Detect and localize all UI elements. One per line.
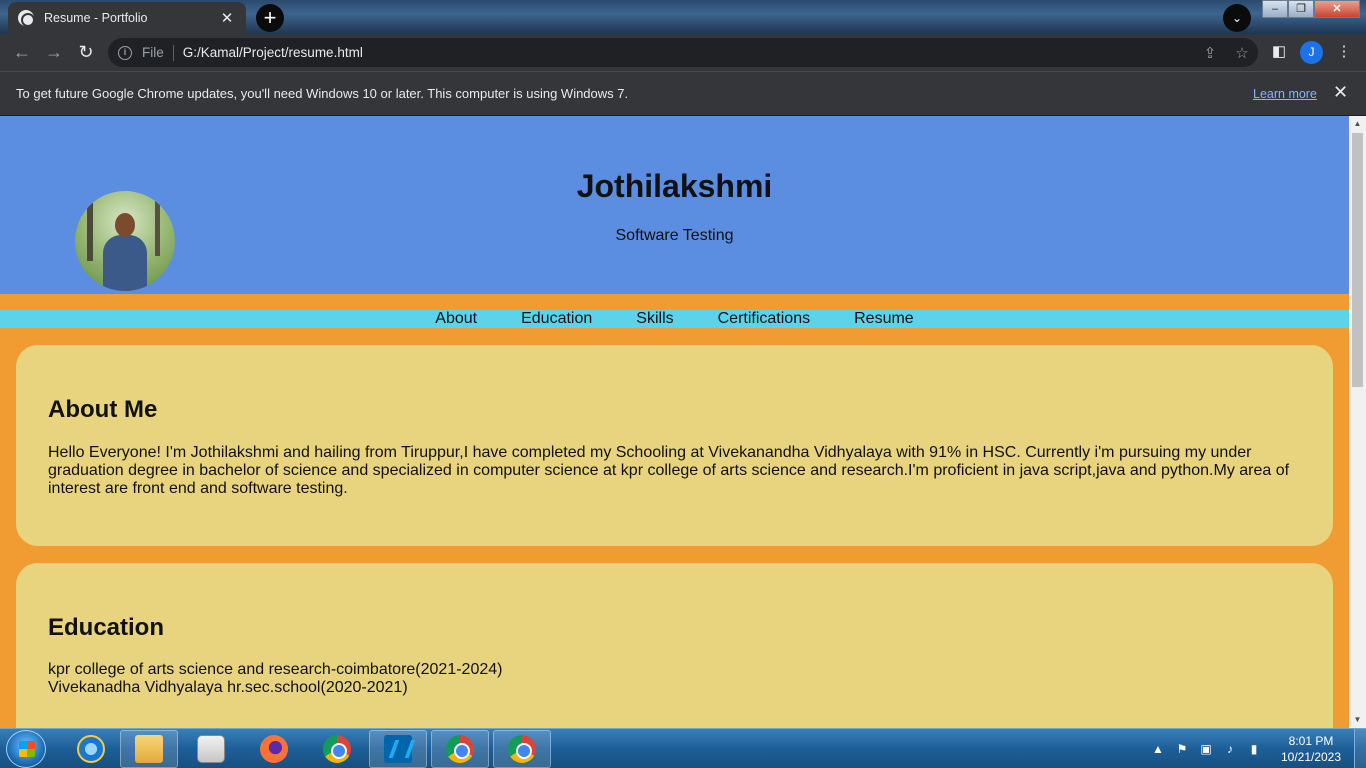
clock-date: 10/21/2023 — [1280, 750, 1342, 764]
windows-logo-icon — [19, 741, 35, 757]
update-infobar: To get future Google Chrome updates, you… — [0, 71, 1366, 115]
taskbar-media-player[interactable] — [182, 730, 240, 768]
back-arrow-icon[interactable]: ← — [10, 40, 34, 64]
person-role: Software Testing — [615, 227, 734, 244]
usb-device-icon[interactable]: ▣ — [1194, 742, 1218, 756]
hero-header: Jothilakshmi Software Testing — [0, 116, 1349, 294]
minimize-button[interactable]: – — [1262, 0, 1288, 18]
reload-icon[interactable]: ↻ — [74, 40, 98, 64]
show-desktop-button[interactable] — [1354, 729, 1366, 768]
forward-arrow-icon[interactable]: → — [42, 40, 66, 64]
vscode-icon — [384, 735, 412, 763]
scroll-up-arrow-icon[interactable]: ▲ — [1349, 116, 1366, 132]
action-center-flag-icon[interactable]: ⚑ — [1170, 742, 1194, 756]
share-icon[interactable]: ⇪ — [1194, 44, 1226, 62]
nav-link-skills[interactable]: Skills — [636, 310, 673, 328]
show-hidden-icons-icon[interactable]: ▲ — [1146, 742, 1170, 756]
firefox-icon — [260, 735, 288, 763]
taskbar-file-explorer[interactable] — [120, 730, 178, 768]
tab-close-icon[interactable]: ✕ — [218, 9, 236, 27]
chrome-icon — [323, 735, 351, 763]
volume-icon[interactable]: ♪ — [1218, 742, 1242, 756]
clock-time: 8:01 PM — [1288, 734, 1334, 748]
nav-link-education[interactable]: Education — [521, 310, 592, 328]
infobar-message: To get future Google Chrome updates, you… — [16, 86, 629, 101]
chrome-profile-icon — [508, 735, 536, 763]
taskbar-chrome-2[interactable] — [431, 730, 489, 768]
scroll-down-arrow-icon[interactable]: ▼ — [1349, 712, 1366, 728]
taskbar-internet-explorer[interactable] — [62, 730, 120, 768]
person-name: Jothilakshmi — [576, 168, 773, 204]
info-icon[interactable]: i — [118, 45, 132, 60]
taskbar-chrome[interactable] — [308, 730, 366, 768]
education-section: Education kpr college of arts science an… — [16, 563, 1333, 728]
about-text: Hello Everyone! I'm Jothilakshmi and hai… — [48, 444, 1290, 497]
scheme-label: File — [142, 45, 164, 60]
profile-avatar[interactable]: J — [1300, 41, 1323, 64]
nav-link-about[interactable]: About — [435, 310, 477, 328]
scroll-thumb[interactable] — [1352, 133, 1363, 387]
maximize-button[interactable]: ❐ — [1288, 0, 1314, 18]
browser-tab-strip: Resume - Portfolio ✕ + ⌄ – ❐ ✕ — [0, 0, 1366, 34]
education-item: kpr college of arts science and research… — [48, 661, 503, 678]
globe-icon — [18, 10, 35, 27]
nav-link-resume[interactable]: Resume — [854, 310, 914, 328]
tab-title: Resume - Portfolio — [44, 11, 148, 25]
browser-tab[interactable]: Resume - Portfolio ✕ — [8, 2, 246, 34]
education-heading: Education — [48, 614, 165, 641]
nav-link-certifications[interactable]: Certifications — [718, 310, 810, 328]
learn-more-link[interactable]: Learn more — [1253, 87, 1317, 101]
taskbar-firefox[interactable] — [245, 730, 303, 768]
window-close-button[interactable]: ✕ — [1314, 0, 1360, 18]
about-heading: About Me — [48, 396, 158, 423]
side-panel-icon[interactable]: ◧ — [1267, 40, 1291, 64]
menu-kebab-icon[interactable]: ⋮ — [1332, 40, 1356, 64]
omnibox-divider — [172, 44, 174, 61]
education-item: Vivekanadha Vidhyalaya hr.sec.school(202… — [48, 679, 408, 696]
bookmark-star-icon[interactable]: ☆ — [1226, 44, 1258, 62]
windows-taskbar: ▲ ⚑ ▣ ♪ ▮ 8:01 PM 10/21/2023 — [0, 728, 1366, 768]
taskbar-clock[interactable]: 8:01 PM 10/21/2023 — [1272, 733, 1350, 765]
network-signal-icon[interactable]: ▮ — [1242, 742, 1266, 756]
tab-search-button[interactable]: ⌄ — [1223, 4, 1251, 32]
taskbar-chrome-profile[interactable] — [493, 730, 551, 768]
chrome-icon — [446, 735, 474, 763]
infobar-close-icon[interactable]: ✕ — [1333, 82, 1348, 103]
education-list: kpr college of arts science and research… — [48, 661, 1308, 697]
page-scrollbar[interactable]: ▲ ▼ — [1349, 116, 1366, 728]
file-explorer-icon — [135, 735, 163, 763]
page-viewport: Jothilakshmi Software Testing About Educ… — [0, 116, 1349, 728]
window-controls: – ❐ ✕ — [1262, 0, 1360, 18]
browser-toolbar: ← → ↻ i File G:/Kamal/Project/resume.htm… — [0, 34, 1366, 71]
internet-explorer-icon — [77, 735, 105, 763]
start-button[interactable] — [6, 730, 46, 768]
taskbar-vscode[interactable] — [369, 730, 427, 768]
about-section: About Me Hello Everyone! I'm Jothilakshm… — [16, 345, 1333, 546]
url-text[interactable]: G:/Kamal/Project/resume.html — [183, 45, 1194, 60]
site-nav: About Education Skills Certifications Re… — [0, 310, 1349, 328]
media-player-icon — [197, 735, 225, 763]
system-tray: ▲ ⚑ ▣ ♪ ▮ 8:01 PM 10/21/2023 — [1146, 729, 1366, 768]
address-bar[interactable]: i File G:/Kamal/Project/resume.html ⇪ ☆ — [108, 38, 1258, 67]
new-tab-button[interactable]: + — [256, 4, 284, 32]
